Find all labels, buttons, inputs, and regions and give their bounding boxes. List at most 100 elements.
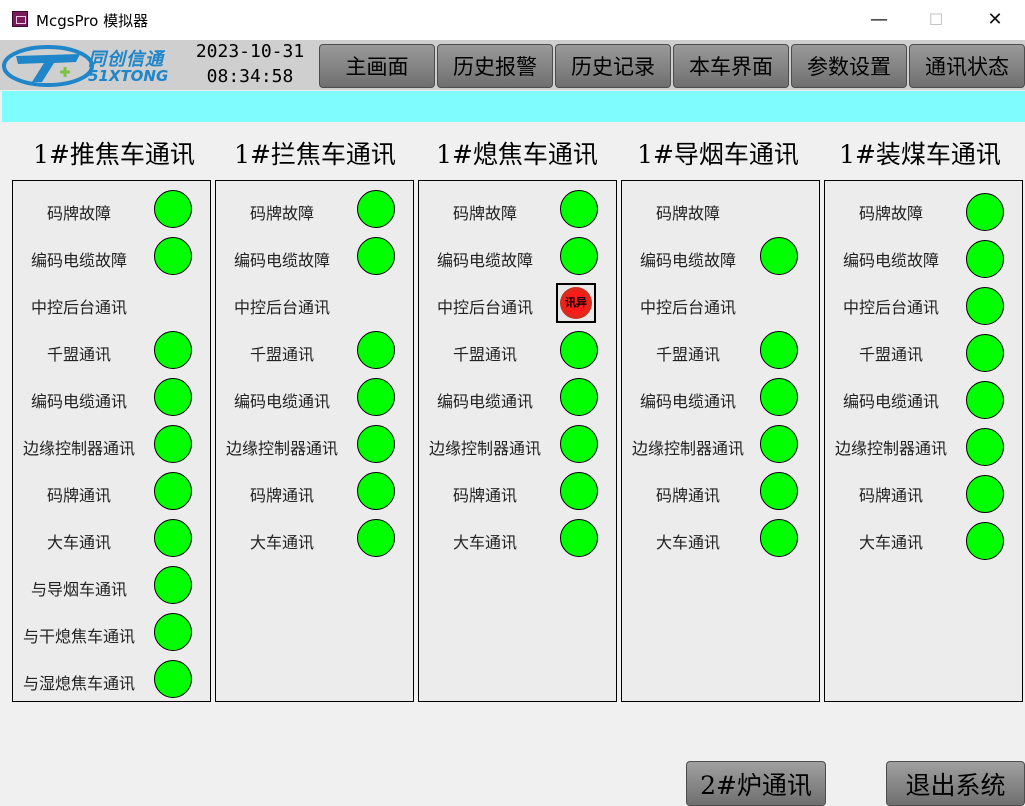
status-label: 中控后台通讯 [842,298,939,317]
status-label: 大车通讯 [858,533,923,552]
status-indicator-ok [760,237,798,275]
status-label: 码牌通讯 [655,486,720,505]
furnace2-comm-button[interactable]: 2#炉通讯 [686,761,826,806]
status-indicator-ok [560,190,598,228]
status-indicator-ok [154,613,192,651]
status-indicator-ok [154,472,192,510]
status-indicator-ok [357,331,395,369]
status-label: 编码电缆故障 [639,251,736,270]
section-title-quench: 1#熄焦车通讯 [436,140,598,169]
status-indicator-ok [760,378,798,416]
status-label: 编码电缆通讯 [30,392,127,411]
window-title-bar: McgsPro 模拟器 — ☐ ✕ [0,0,1025,41]
status-indicator-ok [560,331,598,369]
status-indicator-ok [760,425,798,463]
status-label: 码牌故障 [655,204,720,223]
status-label: 千盟通讯 [858,345,923,364]
nav-this-car-button[interactable]: 本车界面 [673,44,789,88]
status-label: 编码电缆故障 [842,251,939,270]
status-indicator-ok [154,378,192,416]
status-label: 大车通讯 [655,533,720,552]
date-display: 2023-10-31 [195,41,305,62]
section-title-pusher: 1#推焦车通讯 [33,140,195,169]
status-label: 与干熄焦车通讯 [22,627,135,646]
status-indicator-ok [560,237,598,275]
status-label: 码牌通讯 [46,486,111,505]
status-label: 码牌通讯 [452,486,517,505]
status-label: 大车通讯 [249,533,314,552]
status-indicator-ok [560,425,598,463]
nav-comm-status-button[interactable]: 通讯状态 [909,44,1025,88]
status-indicator-ok [966,287,1004,325]
status-indicator-ok [760,331,798,369]
panel-guide-car: 码牌故障 编码电缆故障 中控后台通讯 千盟通讯 编码电缆通讯 边缘控制器通讯 码牌通讯 大车通… [215,180,414,702]
logo-text-en: 51XTONG [88,67,169,85]
status-indicator-ok [154,331,192,369]
status-label: 编码电缆通讯 [436,392,533,411]
status-label: 千盟通讯 [46,345,111,364]
status-indicator-ok [966,522,1004,560]
section-title-smoke: 1#导烟车通讯 [637,140,799,169]
close-button[interactable]: ✕ [972,6,1018,34]
status-indicator-ok [966,334,1004,372]
status-label: 码牌通讯 [858,486,923,505]
status-indicator-ok [966,193,1004,231]
status-label: 编码电缆故障 [30,251,127,270]
status-indicator-ok [357,425,395,463]
status-label: 边缘控制器通讯 [834,439,947,458]
status-indicator-ok [966,475,1004,513]
status-indicator-ok [154,425,192,463]
status-label: 码牌故障 [249,204,314,223]
status-label: 码牌故障 [858,204,923,223]
status-indicator-ok [357,519,395,557]
status-label: 千盟通讯 [249,345,314,364]
status-indicator-ok [154,190,192,228]
status-indicator-alarm: 讯异 [556,283,596,323]
status-indicator-ok [357,190,395,228]
status-indicator-ok [760,472,798,510]
window-title: McgsPro 模拟器 [36,12,149,30]
status-indicator-ok [560,378,598,416]
panel-smoke-car: 码牌故障 编码电缆故障 中控后台通讯 千盟通讯 编码电缆通讯 边缘控制器通讯 码牌通讯 大车通… [621,180,820,702]
section-title-guide: 1#拦焦车通讯 [234,140,396,169]
company-logo: 同创信通 51XTONG [2,42,184,88]
status-label: 码牌通讯 [249,486,314,505]
status-label: 与湿熄焦车通讯 [22,674,135,693]
panel-pusher-car: 码牌故障 编码电缆故障 中控后台通讯 千盟通讯 编码电缆通讯 边缘控制器通讯 码牌通讯 大车通… [12,180,211,702]
status-label: 码牌故障 [452,204,517,223]
nav-main-screen-button[interactable]: 主画面 [319,44,435,88]
status-indicator-ok [357,237,395,275]
status-label: 千盟通讯 [452,345,517,364]
status-indicator-ok [560,519,598,557]
nav-parameter-settings-button[interactable]: 参数设置 [791,44,907,88]
exit-system-button[interactable]: 退出系统 [886,761,1025,806]
status-label: 编码电缆故障 [233,251,330,270]
status-label: 码牌故障 [46,204,111,223]
status-label: 大车通讯 [452,533,517,552]
app-icon [12,11,28,27]
status-indicator-ok [357,472,395,510]
status-label: 边缘控制器通讯 [22,439,135,458]
maximize-button[interactable]: ☐ [913,6,959,34]
nav-history-record-button[interactable]: 历史记录 [555,44,671,88]
panel-charger-car: 码牌故障编码电缆故障 中控后台通讯 千盟通讯编码电缆通讯 边缘控制器通讯 码牌通讯大车通… [824,180,1023,702]
status-indicator-ok [760,519,798,557]
status-label: 中控后台通讯 [30,298,127,317]
status-indicator-ok [357,378,395,416]
status-indicator-ok [154,660,192,698]
status-label: 与导烟车通讯 [30,580,127,599]
status-banner [2,91,1025,122]
status-label: 中控后台通讯 [639,298,736,317]
status-indicator-ok [154,237,192,275]
status-indicator-ok [560,472,598,510]
alarm-text: 讯异 [565,296,587,309]
status-indicator-ok [966,381,1004,419]
status-label: 编码电缆通讯 [842,392,939,411]
status-indicator-ok [154,519,192,557]
status-indicator-ok [966,428,1004,466]
time-display: 08:34:58 [206,66,294,87]
minimize-button[interactable]: — [856,6,902,34]
nav-history-alarm-button[interactable]: 历史报警 [437,44,553,88]
status-label: 千盟通讯 [655,345,720,364]
status-label: 编码电缆通讯 [639,392,736,411]
